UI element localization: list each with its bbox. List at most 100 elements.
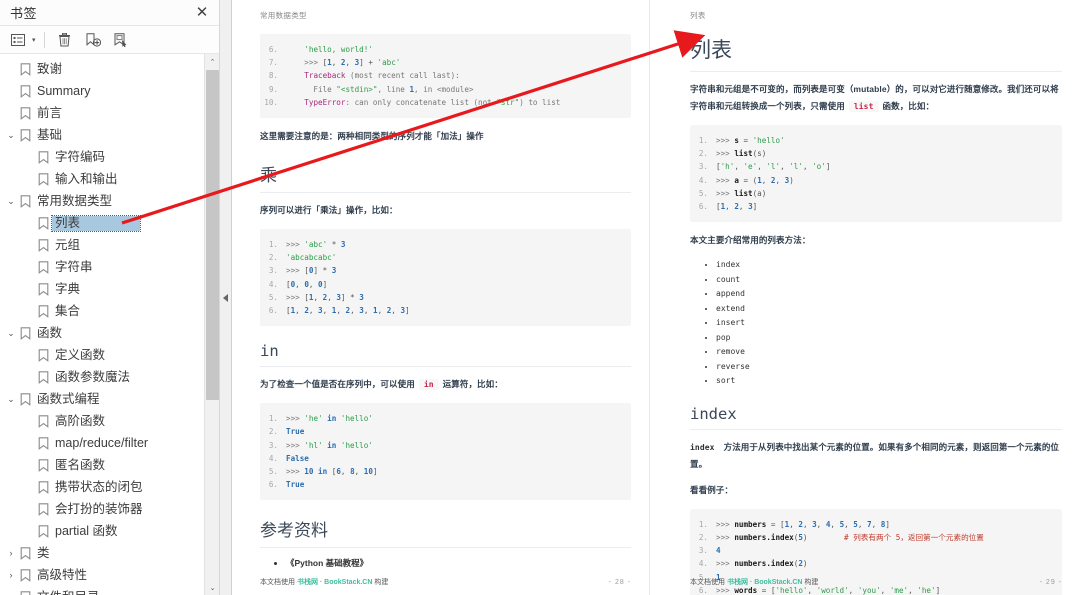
bookmark-item-label: 高阶函数: [55, 413, 106, 428]
bookmark-item[interactable]: 字符串: [0, 256, 219, 278]
code-line-text: True: [286, 480, 305, 490]
bookmark-item-label: 类: [37, 545, 50, 560]
code-line-number: 2.: [698, 149, 709, 159]
method-list-item: insert: [716, 316, 1062, 331]
code-line-number: 3.: [698, 546, 709, 556]
bookmark-item[interactable]: partial 函数: [0, 520, 219, 542]
footer-link[interactable]: 书栈网 · BookStack.CN: [297, 579, 372, 586]
bookmark-icon: [36, 282, 51, 296]
bookmark-item[interactable]: 元组: [0, 234, 219, 256]
code-line-number: 2.: [698, 532, 709, 542]
code-line-text: >>> 'abc' * 3: [286, 240, 346, 250]
chevron-right-icon[interactable]: ›: [4, 548, 18, 558]
bookmark-item[interactable]: Summary: [0, 80, 219, 102]
code-line-text: ['h', 'e', 'l', 'l', 'o']: [716, 162, 831, 172]
section-heading-mul: 乘: [260, 161, 632, 194]
panel-collapse-handle[interactable]: [220, 0, 232, 595]
code-line-text: >>> a = (1, 2, 3): [716, 175, 794, 185]
bookmark-item[interactable]: › 类: [0, 542, 219, 564]
bookmark-item[interactable]: 前言: [0, 102, 219, 124]
bookmark-item[interactable]: map/reduce/filter: [0, 432, 219, 454]
options-list-icon[interactable]: [6, 29, 30, 51]
bookmark-item[interactable]: 输入和输出: [0, 168, 219, 190]
chevron-down-icon[interactable]: ⌄: [4, 394, 18, 404]
new-bookmark-icon[interactable]: [81, 29, 105, 51]
chevron-down-icon[interactable]: ▾: [32, 36, 36, 44]
code-line: 6. [1, 2, 3, 1, 2, 3, 1, 2, 3]: [260, 304, 625, 317]
code-line-number: 6.: [698, 202, 709, 212]
code-line: 10. TypeError: can only concatenate list…: [260, 96, 625, 109]
running-head: 常用数据类型: [260, 11, 307, 20]
footer-link[interactable]: 书栈网 · BookStack.CN: [727, 579, 802, 586]
bookmarks-tree[interactable]: 致谢 Summary 前言 ⌄ 基础 字符编码 输入和输出 ⌄ 常用数据类型列表元组字符串字典集…: [0, 54, 219, 595]
bookmark-item[interactable]: 携带状态的闭包: [0, 476, 219, 498]
footer-suffix: 构建: [804, 579, 819, 586]
chevron-down-icon[interactable]: ⌄: [4, 196, 18, 206]
inline-code: index: [690, 442, 715, 452]
bookmark-item-label: 定义函数: [55, 347, 106, 362]
scroll-down-arrow[interactable]: ⌄: [205, 580, 219, 595]
bookmark-item[interactable]: 定义函数: [0, 344, 219, 366]
method-list-item: count: [716, 273, 1062, 288]
trash-icon[interactable]: [53, 29, 77, 51]
bookmark-item-label: partial 函数: [55, 523, 118, 538]
paragraph: index 方法用于从列表中找出某个元素的位置。如果有多个相同的元素，则返回第一个…: [690, 439, 1062, 473]
bookmark-item[interactable]: 致谢: [0, 58, 219, 80]
code-line-text: [1, 2, 3, 1, 2, 3, 1, 2, 3]: [286, 306, 410, 316]
code-line-text: TypeError: can only concatenate list (no…: [304, 97, 561, 107]
bookmarks-scrollbar[interactable]: ⌃ ⌄: [204, 54, 219, 595]
code-block: 1. >>> s = 'hello' 2. >>> list(s) 3. ['h', 'e…: [690, 125, 1062, 223]
code-line-number: 1.: [268, 240, 278, 250]
code-line: 4. [0, 0, 0]: [260, 278, 625, 291]
code-line: 6. [1, 2, 3]: [690, 200, 1056, 213]
bookmark-item[interactable]: ⌄ 函数: [0, 322, 219, 344]
bookmark-item-label: 元组: [55, 237, 81, 252]
footer-prefix: 本文档使用: [690, 579, 726, 586]
code-line-text: >>> [0] * 3: [286, 266, 337, 276]
chevron-right-icon[interactable]: ›: [4, 570, 18, 580]
bookmark-icon: [18, 392, 33, 406]
bookmark-item-label: 字符串: [55, 259, 93, 274]
bookmark-item[interactable]: 高阶函数: [0, 410, 219, 432]
code-line-text: >>> numbers.index(5) # 列表有两个 5，返回第一个元素的位…: [716, 532, 984, 542]
bookmark-icon: [18, 546, 33, 560]
bookmarks-toolbar: ▾: [0, 26, 219, 54]
code-line-text: File "<stdin>", line 1, in <module>: [286, 84, 474, 94]
bookmark-item-label: 会打扮的装饰器: [55, 501, 143, 516]
bookmark-item[interactable]: ›文件和目录: [0, 586, 219, 595]
bookmark-item[interactable]: ⌄ 函数式编程: [0, 388, 219, 410]
scroll-up-arrow[interactable]: ⌃: [205, 54, 219, 69]
document-viewer: 常用数据类型 6. 'hello, world!' 7. >>> [1, 2, 3…: [232, 0, 1080, 595]
bookmark-item[interactable]: 字符编码: [0, 146, 219, 168]
bookmark-item[interactable]: 会打扮的装饰器: [0, 498, 219, 520]
bookmark-item-label: 函数: [37, 325, 63, 340]
bookmark-item-label: 列表: [50, 214, 142, 232]
code-line-number: 1.: [698, 136, 709, 145]
goto-bookmark-icon[interactable]: [109, 29, 133, 51]
code-line-text: >>> list(a): [716, 188, 767, 198]
bookmark-item[interactable]: › 高级特性: [0, 564, 219, 586]
bookmark-item[interactable]: ⌄ 常用数据类型: [0, 190, 219, 212]
chevron-down-icon[interactable]: ⌄: [4, 130, 18, 140]
bookmark-item[interactable]: 匿名函数: [0, 454, 219, 476]
scrollbar-thumb[interactable]: [206, 70, 219, 400]
bookmark-item[interactable]: 函数参数魔法: [0, 366, 219, 388]
bookmarks-header: 书签 ✕: [0, 0, 219, 26]
code-line: 8. Traceback (most recent call last):: [260, 69, 625, 82]
bookmark-icon: [36, 524, 51, 538]
method-list-item: append: [716, 287, 1062, 302]
bookmark-item[interactable]: 列表: [0, 212, 219, 234]
bookmark-icon: [36, 414, 51, 428]
paragraph: 序列可以进行「乘法」操作，比如：: [260, 205, 398, 216]
method-list-item: sort: [716, 374, 1062, 389]
footer-suffix: 构建: [374, 579, 389, 586]
bookmark-item[interactable]: 字典: [0, 278, 219, 300]
code-line-text: [1, 2, 3]: [716, 202, 758, 212]
bookmark-item[interactable]: ⌄ 基础: [0, 124, 219, 146]
bookmark-item-label: 高级特性: [37, 567, 88, 582]
chevron-down-icon[interactable]: ⌄: [4, 328, 18, 338]
close-icon[interactable]: ✕: [193, 4, 211, 22]
code-line: 2. >>> numbers.index(5) # 列表有两个 5，返回第一个元素…: [690, 531, 1056, 544]
bookmark-item[interactable]: 集合: [0, 300, 219, 322]
code-line: 4. False: [260, 452, 625, 465]
